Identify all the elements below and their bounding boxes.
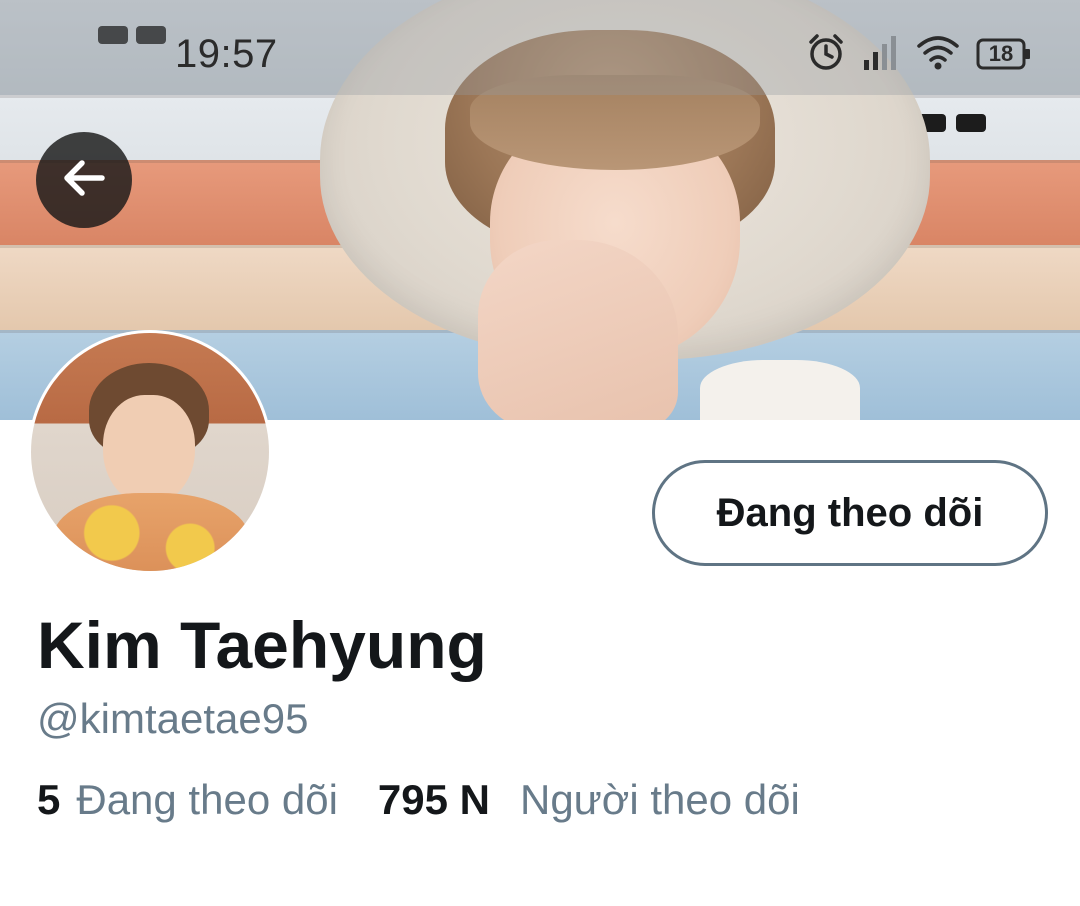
following-stat-link[interactable]: 5 Đang theo dõi: [37, 773, 338, 827]
banner-shirt: [700, 360, 860, 420]
followers-label: Người theo dõi: [519, 776, 800, 823]
arrow-left-icon: [58, 152, 110, 209]
following-button[interactable]: Đang theo dõi: [652, 460, 1048, 566]
profile-stats: 5 Đang theo dõi 795 N Người theo dõi: [37, 773, 800, 827]
avatar-face: [103, 395, 195, 505]
battery-icon: 18: [976, 37, 1032, 71]
status-icons: 18: [806, 30, 1032, 78]
status-bar: 19:57 18: [0, 0, 1080, 95]
banner-detail: [956, 114, 986, 132]
following-count: 5: [37, 776, 61, 823]
profile-handle: @kimtaetae95: [37, 695, 309, 742]
banner-hand: [478, 240, 678, 420]
avatar-shirt: [53, 493, 249, 571]
avatar-photo: [31, 333, 269, 571]
signal-icon: [862, 32, 900, 77]
avatar[interactable]: [28, 330, 272, 574]
status-time: 19:57: [175, 32, 278, 76]
battery-level: 18: [988, 41, 1014, 66]
followers-count: 795 N: [377, 776, 490, 823]
followers-stat-link[interactable]: 795 N Người theo dõi: [378, 773, 800, 827]
following-label: Đang theo dõi: [76, 776, 338, 823]
back-button[interactable]: [36, 132, 132, 228]
wifi-icon: [916, 32, 960, 77]
profile-name: Kim Taehyung: [37, 608, 487, 682]
alarm-icon: [806, 32, 846, 77]
